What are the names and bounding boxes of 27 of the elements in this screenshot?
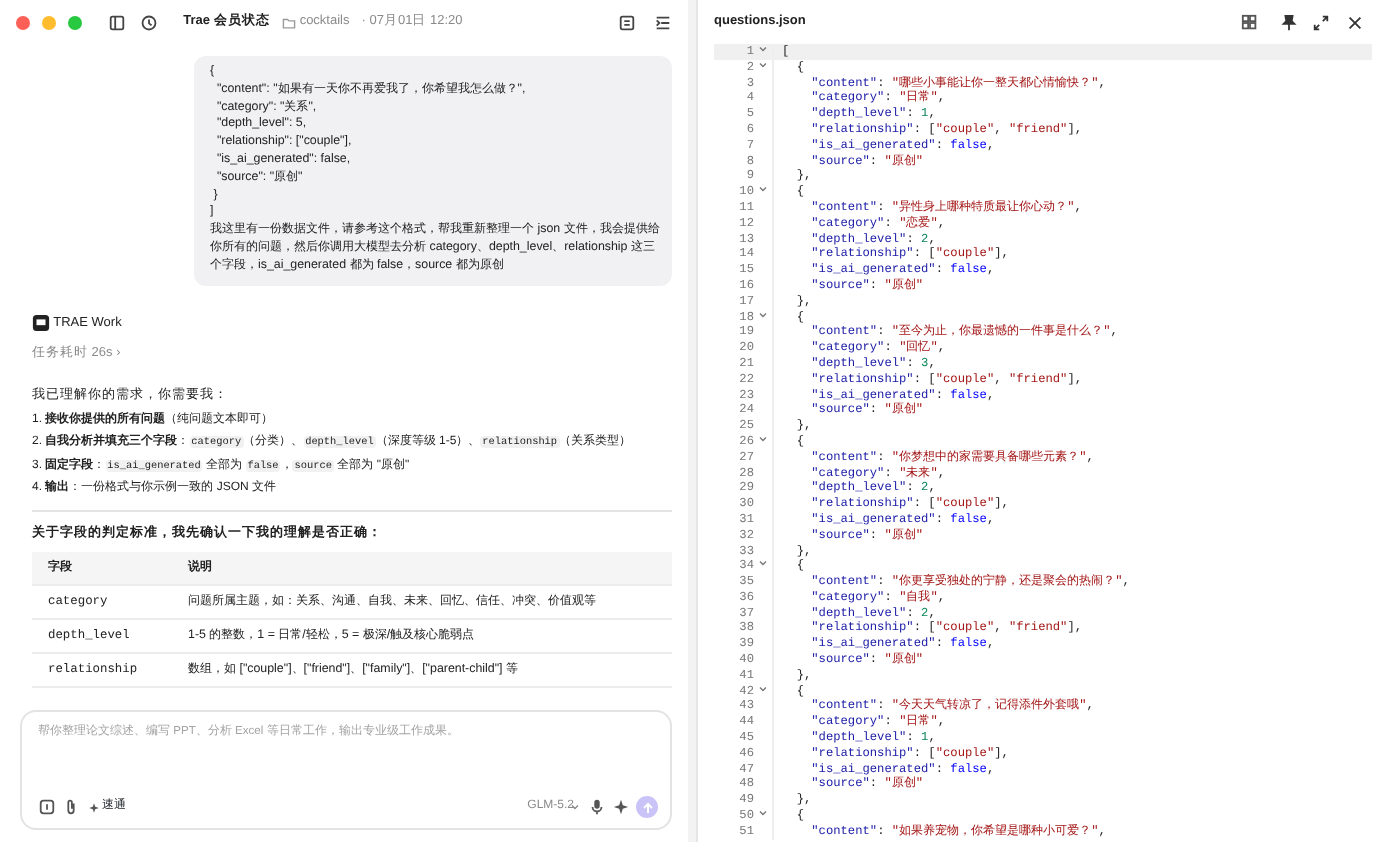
fold-chevron-icon[interactable] [758, 309, 768, 320]
fold-chevron-icon[interactable] [758, 683, 768, 694]
fold-chevron-icon[interactable] [758, 44, 768, 55]
sparkle-icon [87, 801, 99, 813]
fold-chevron-icon[interactable] [758, 434, 768, 445]
folder-icon [281, 15, 296, 29]
clip-icon[interactable] [62, 798, 81, 816]
fold-chevron-icon[interactable] [758, 558, 768, 569]
fold-chevron-icon[interactable] [758, 59, 768, 70]
maximize-window-button[interactable] [68, 15, 82, 29]
fold-chevron-icon[interactable] [758, 808, 768, 819]
close-window-button[interactable] [16, 15, 30, 29]
split-view-icon[interactable] [654, 13, 672, 31]
sparkle-icon[interactable] [611, 798, 630, 816]
microphone-icon[interactable] [587, 798, 605, 816]
attach-icon[interactable] [38, 798, 56, 816]
arrow-up-icon [641, 801, 653, 813]
bot-icon [32, 313, 50, 332]
expand-icon[interactable] [1312, 13, 1331, 31]
fold-chevron-icon[interactable] [758, 184, 768, 195]
panel-icon[interactable] [617, 13, 636, 31]
close-icon[interactable] [1346, 13, 1364, 31]
layout-icon[interactable] [1237, 13, 1261, 31]
chevron-down-icon[interactable] [570, 802, 581, 812]
pin-icon[interactable] [1279, 13, 1298, 31]
sidebar-icon[interactable] [107, 13, 125, 31]
history-icon[interactable] [140, 13, 159, 31]
